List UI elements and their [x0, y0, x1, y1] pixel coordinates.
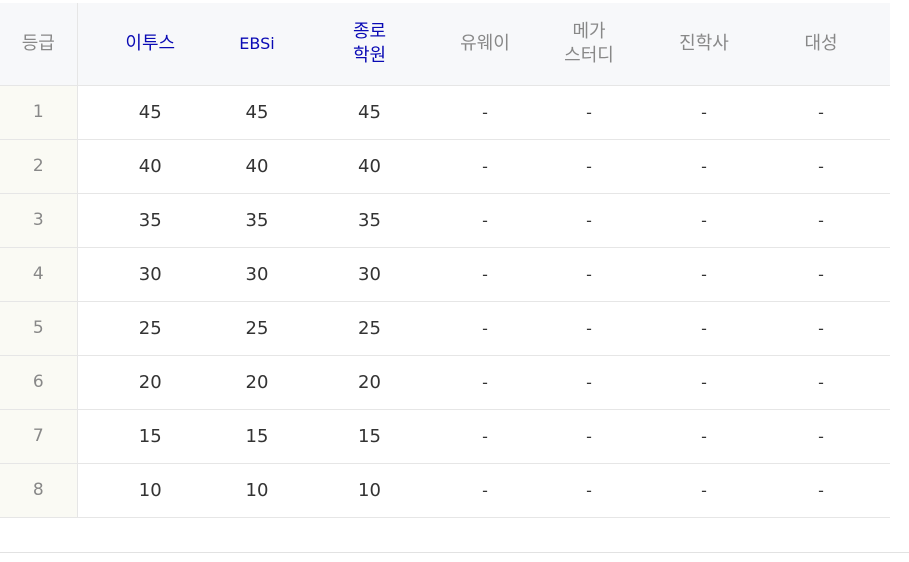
score-cell: 30	[77, 247, 223, 302]
score-cell: 40	[223, 139, 291, 194]
score-cell: 40	[77, 139, 223, 194]
score-cell: 20	[291, 355, 448, 410]
score-cell-empty: -	[448, 193, 522, 248]
table-header: 등급 이투스 EBSi 종로 학원 유웨이 메가 스터디 진학사 대성	[0, 3, 890, 86]
grade-cell: 7	[0, 409, 78, 464]
score-cell: 15	[77, 409, 223, 464]
score-cell-empty: -	[656, 409, 752, 464]
grade-cell: 4	[0, 247, 78, 302]
score-cell: 35	[77, 193, 223, 248]
bottom-divider	[0, 552, 909, 553]
score-cell: 10	[77, 463, 223, 518]
score-cell-empty: -	[448, 463, 522, 518]
header-jongro: 종로 학원	[291, 3, 448, 86]
header-row: 등급 이투스 EBSi 종로 학원 유웨이 메가 스터디 진학사 대성	[0, 3, 890, 86]
score-cell-empty: -	[448, 247, 522, 302]
table-row: 7 15 15 15- - - -	[0, 409, 890, 464]
header-grade-label: 등급	[21, 32, 55, 54]
header-grade: 등급	[0, 3, 78, 86]
score-cell-empty: -	[656, 355, 752, 410]
score-cell-empty: -	[522, 85, 656, 140]
score-cell-empty: -	[752, 301, 890, 356]
table-row: 3 35 35 35- - - -	[0, 193, 890, 248]
grade-cell: 2	[0, 139, 78, 194]
score-cell: 25	[291, 301, 448, 356]
score-cell: 20	[223, 355, 291, 410]
header-jinhak: 진학사	[656, 3, 752, 86]
score-cell-empty: -	[752, 85, 890, 140]
header-jongro-line1: 종로	[352, 20, 387, 42]
grade-cell: 8	[0, 463, 78, 518]
score-cell: 15	[223, 409, 291, 464]
score-cell: 35	[223, 193, 291, 248]
score-cell-empty: -	[448, 301, 522, 356]
score-cell-empty: -	[752, 463, 890, 518]
table-row: 2 40 40 40- - - -	[0, 139, 890, 194]
score-cell: 10	[223, 463, 291, 518]
grade-cell: 3	[0, 193, 78, 248]
header-daesung: 대성	[752, 3, 890, 86]
score-cell-empty: -	[656, 463, 752, 518]
header-uway: 유웨이	[448, 3, 522, 86]
header-etoos: 이투스	[77, 3, 223, 86]
score-cell: 40	[291, 139, 448, 194]
grade-cell: 1	[0, 85, 78, 140]
header-ebsi-label: EBSi	[239, 33, 275, 53]
score-cell-empty: -	[448, 409, 522, 464]
score-cell-empty: -	[752, 193, 890, 248]
score-cell-empty: -	[752, 247, 890, 302]
header-etoos-label: 이투스	[125, 32, 176, 54]
score-cell: 20	[77, 355, 223, 410]
header-ebsi: EBSi	[223, 3, 291, 86]
score-cell: 45	[291, 85, 448, 140]
score-cell: 45	[223, 85, 291, 140]
score-cell-empty: -	[448, 85, 522, 140]
score-cell-empty: -	[522, 139, 656, 194]
table-row: 4 30 30 30- - - -	[0, 247, 890, 302]
score-cell-empty: -	[448, 139, 522, 194]
score-cell-empty: -	[522, 247, 656, 302]
table-row: 1 45 45 45- - - -	[0, 85, 890, 140]
score-cell: 30	[223, 247, 291, 302]
score-cell: 25	[77, 301, 223, 356]
table-row: 8 10 10 10- - - -	[0, 463, 890, 518]
score-cell-empty: -	[522, 301, 656, 356]
score-cell-empty: -	[656, 193, 752, 248]
table-row: 5 25 25 25- - - -	[0, 301, 890, 356]
score-cell-empty: -	[656, 139, 752, 194]
score-cell: 35	[291, 193, 448, 248]
page: 등급 이투스 EBSi 종로 학원 유웨이 메가 스터디 진학사 대성 1 45…	[0, 0, 909, 562]
score-cell-empty: -	[656, 247, 752, 302]
score-cell-empty: -	[522, 409, 656, 464]
score-cell: 10	[291, 463, 448, 518]
score-cell-empty: -	[752, 355, 890, 410]
score-cell-empty: -	[522, 463, 656, 518]
score-cell: 30	[291, 247, 448, 302]
header-daesung-label: 대성	[804, 32, 838, 54]
table-body: 1 45 45 45- - - -2 40 40 40- - - -3 35 35 35- - - -4 30 30 30…	[0, 85, 890, 518]
score-cell-empty: -	[522, 355, 656, 410]
header-uway-label: 유웨이	[460, 32, 510, 54]
score-cell: 25	[223, 301, 291, 356]
score-cell: 45	[77, 85, 223, 140]
score-cell-empty: -	[448, 355, 522, 410]
score-cell-empty: -	[656, 85, 752, 140]
score-cell-empty: -	[752, 409, 890, 464]
score-cell: 15	[291, 409, 448, 464]
header-jinhak-label: 진학사	[679, 32, 729, 54]
grade-cell: 5	[0, 301, 78, 356]
header-jongro-line2: 학원	[352, 44, 387, 66]
score-cell-empty: -	[522, 193, 656, 248]
grade-cell: 6	[0, 355, 78, 410]
score-cell-empty: -	[656, 301, 752, 356]
header-megastudy-line1: 메가	[572, 20, 606, 42]
table-row: 6 20 20 20- - - -	[0, 355, 890, 410]
score-cell-empty: -	[752, 139, 890, 194]
grade-cutoff-table: 등급 이투스 EBSi 종로 학원 유웨이 메가 스터디 진학사 대성 1 45…	[0, 3, 890, 518]
header-megastudy-line2: 스터디	[564, 44, 614, 66]
header-megastudy: 메가 스터디	[522, 3, 656, 86]
